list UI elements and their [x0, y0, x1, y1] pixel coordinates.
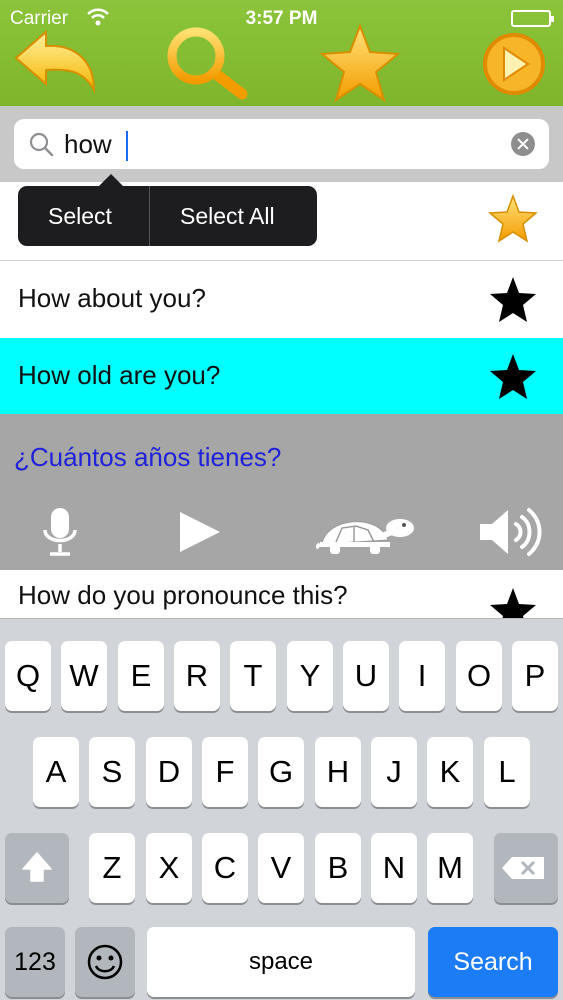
search-icon	[28, 131, 54, 157]
star-icon[interactable]	[487, 275, 539, 325]
key-b[interactable]: B	[315, 833, 361, 903]
list-item-label: How old are you?	[18, 360, 221, 390]
key-p[interactable]: P	[512, 641, 558, 711]
menu-divider	[149, 186, 150, 246]
play-circle-icon[interactable]	[466, 24, 562, 104]
key-n[interactable]: N	[371, 833, 417, 903]
clear-icon[interactable]	[511, 132, 535, 156]
list-item[interactable]: How about you?	[0, 260, 563, 338]
key-i[interactable]: I	[399, 641, 445, 711]
space-key[interactable]: space	[147, 927, 415, 997]
toolbar: Carrier 3:57 PM	[0, 0, 563, 106]
search-key[interactable]: Search	[428, 927, 558, 997]
key-w[interactable]: W	[61, 641, 107, 711]
list-item-selected[interactable]: How old are you?	[0, 338, 563, 414]
key-z[interactable]: Z	[89, 833, 135, 903]
speaker-icon[interactable]	[478, 506, 544, 558]
key-h[interactable]: H	[315, 737, 361, 807]
key-m[interactable]: M	[427, 833, 473, 903]
backspace-key[interactable]	[494, 833, 558, 903]
search-input[interactable]	[64, 127, 494, 161]
emoji-key[interactable]	[75, 927, 135, 997]
star-filled-icon[interactable]	[487, 193, 539, 244]
key-e[interactable]: E	[118, 641, 164, 711]
key-a[interactable]: A	[33, 737, 79, 807]
select-all-menu-item[interactable]: Select All	[180, 203, 275, 230]
translation-panel: ¿Cuántos años tienes?	[0, 414, 563, 570]
backspace-icon	[502, 857, 544, 879]
key-l[interactable]: L	[484, 737, 530, 807]
edit-menu: Select Select All	[18, 174, 317, 246]
turtle-icon[interactable]	[314, 506, 416, 558]
emoji-icon	[87, 944, 123, 980]
key-g[interactable]: G	[258, 737, 304, 807]
key-d[interactable]: D	[146, 737, 192, 807]
key-j[interactable]: J	[371, 737, 417, 807]
magnifier-icon[interactable]	[158, 24, 254, 104]
list-item[interactable]: How do you pronounce this?	[0, 570, 563, 633]
key-k[interactable]: K	[427, 737, 473, 807]
key-y[interactable]: Y	[287, 641, 333, 711]
shift-icon	[22, 852, 52, 882]
key-s[interactable]: S	[89, 737, 135, 807]
key-r[interactable]: R	[174, 641, 220, 711]
key-u[interactable]: U	[343, 641, 389, 711]
back-arrow-icon[interactable]	[8, 24, 104, 104]
microphone-icon[interactable]	[40, 506, 80, 558]
key-o[interactable]: O	[456, 641, 502, 711]
list-item-label: How do you pronounce this?	[18, 580, 348, 610]
play-icon[interactable]	[178, 506, 222, 558]
search-bar	[0, 106, 563, 182]
star-icon[interactable]	[312, 23, 408, 104]
text-cursor	[126, 131, 128, 161]
star-icon[interactable]	[487, 352, 539, 402]
numbers-key[interactable]: 123	[5, 927, 65, 997]
key-t[interactable]: T	[230, 641, 276, 711]
select-menu-item[interactable]: Select	[48, 203, 112, 230]
search-field[interactable]	[14, 119, 549, 169]
keyboard: Q W E R T Y U I O P A S D F G H J K L Z …	[0, 618, 563, 1000]
key-c[interactable]: C	[202, 833, 248, 903]
key-f[interactable]: F	[202, 737, 248, 807]
translation-text: ¿Cuántos años tienes?	[14, 442, 282, 472]
key-q[interactable]: Q	[5, 641, 51, 711]
key-v[interactable]: V	[258, 833, 304, 903]
list-item-label: How about you?	[18, 283, 206, 313]
shift-key[interactable]	[5, 833, 69, 903]
key-x[interactable]: X	[146, 833, 192, 903]
